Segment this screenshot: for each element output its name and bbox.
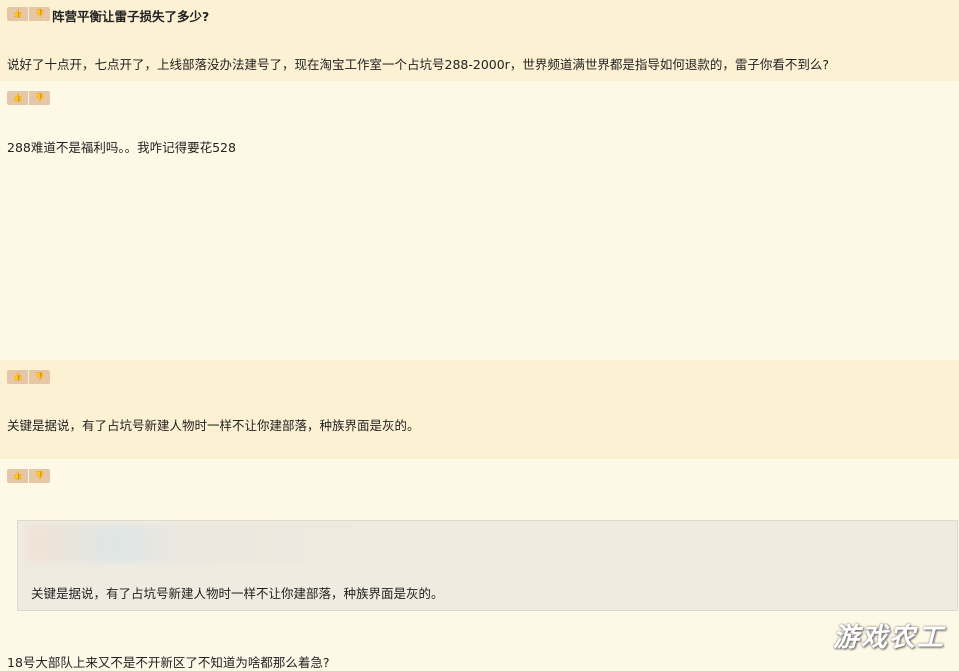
thumbs-up-icon[interactable]: 👍 [7,7,28,21]
thread-title: 阵营平衡让雷子损失了多少? [52,9,210,24]
vote-buttons: 👍 👎 [7,370,50,384]
thumbs-up-icon[interactable]: 👍 [7,370,28,384]
post: 👍 👎 关键是据说，有了占坑号新建人物时一样不让你建部落，种族界面是灰的。 18… [0,459,959,670]
quote-author-blurred [28,525,378,563]
watermark: 游戏农工 [832,623,945,653]
thumbs-down-icon[interactable]: 👎 [29,91,50,105]
thumbs-down-icon[interactable]: 👎 [29,469,50,483]
quote-block: 关键是据说，有了占坑号新建人物时一样不让你建部落，种族界面是灰的。 [17,520,958,611]
post: 👍 👎 阵营平衡让雷子损失了多少? 说好了十点开，七点开了，上线部落没办法建号了… [0,0,959,81]
thumbs-down-icon[interactable]: 👎 [29,7,50,21]
vote-buttons: 👍 👎 [7,7,50,21]
post-content: 288难道不是福利吗。。我咋记得要花528 [7,140,236,155]
post-content: 关键是据说，有了占坑号新建人物时一样不让你建部落，种族界面是灰的。 [7,418,420,433]
vote-buttons: 👍 👎 [7,91,50,105]
quote-content: 关键是据说，有了占坑号新建人物时一样不让你建部落，种族界面是灰的。 [31,586,444,601]
thumbs-down-icon[interactable]: 👎 [29,370,50,384]
post: 👍 👎 288难道不是福利吗。。我咋记得要花528 [0,81,959,360]
vote-buttons: 👍 👎 [7,469,50,483]
post-content: 18号大部队上来又不是不开新区了不知道为啥都那么着急? [7,655,330,670]
thumbs-up-icon[interactable]: 👍 [7,91,28,105]
thumbs-up-icon[interactable]: 👍 [7,469,28,483]
post-content: 说好了十点开，七点开了，上线部落没办法建号了，现在淘宝工作室一个占坑号288-2… [7,57,829,72]
post: 👍 👎 关键是据说，有了占坑号新建人物时一样不让你建部落，种族界面是灰的。 [0,360,959,459]
